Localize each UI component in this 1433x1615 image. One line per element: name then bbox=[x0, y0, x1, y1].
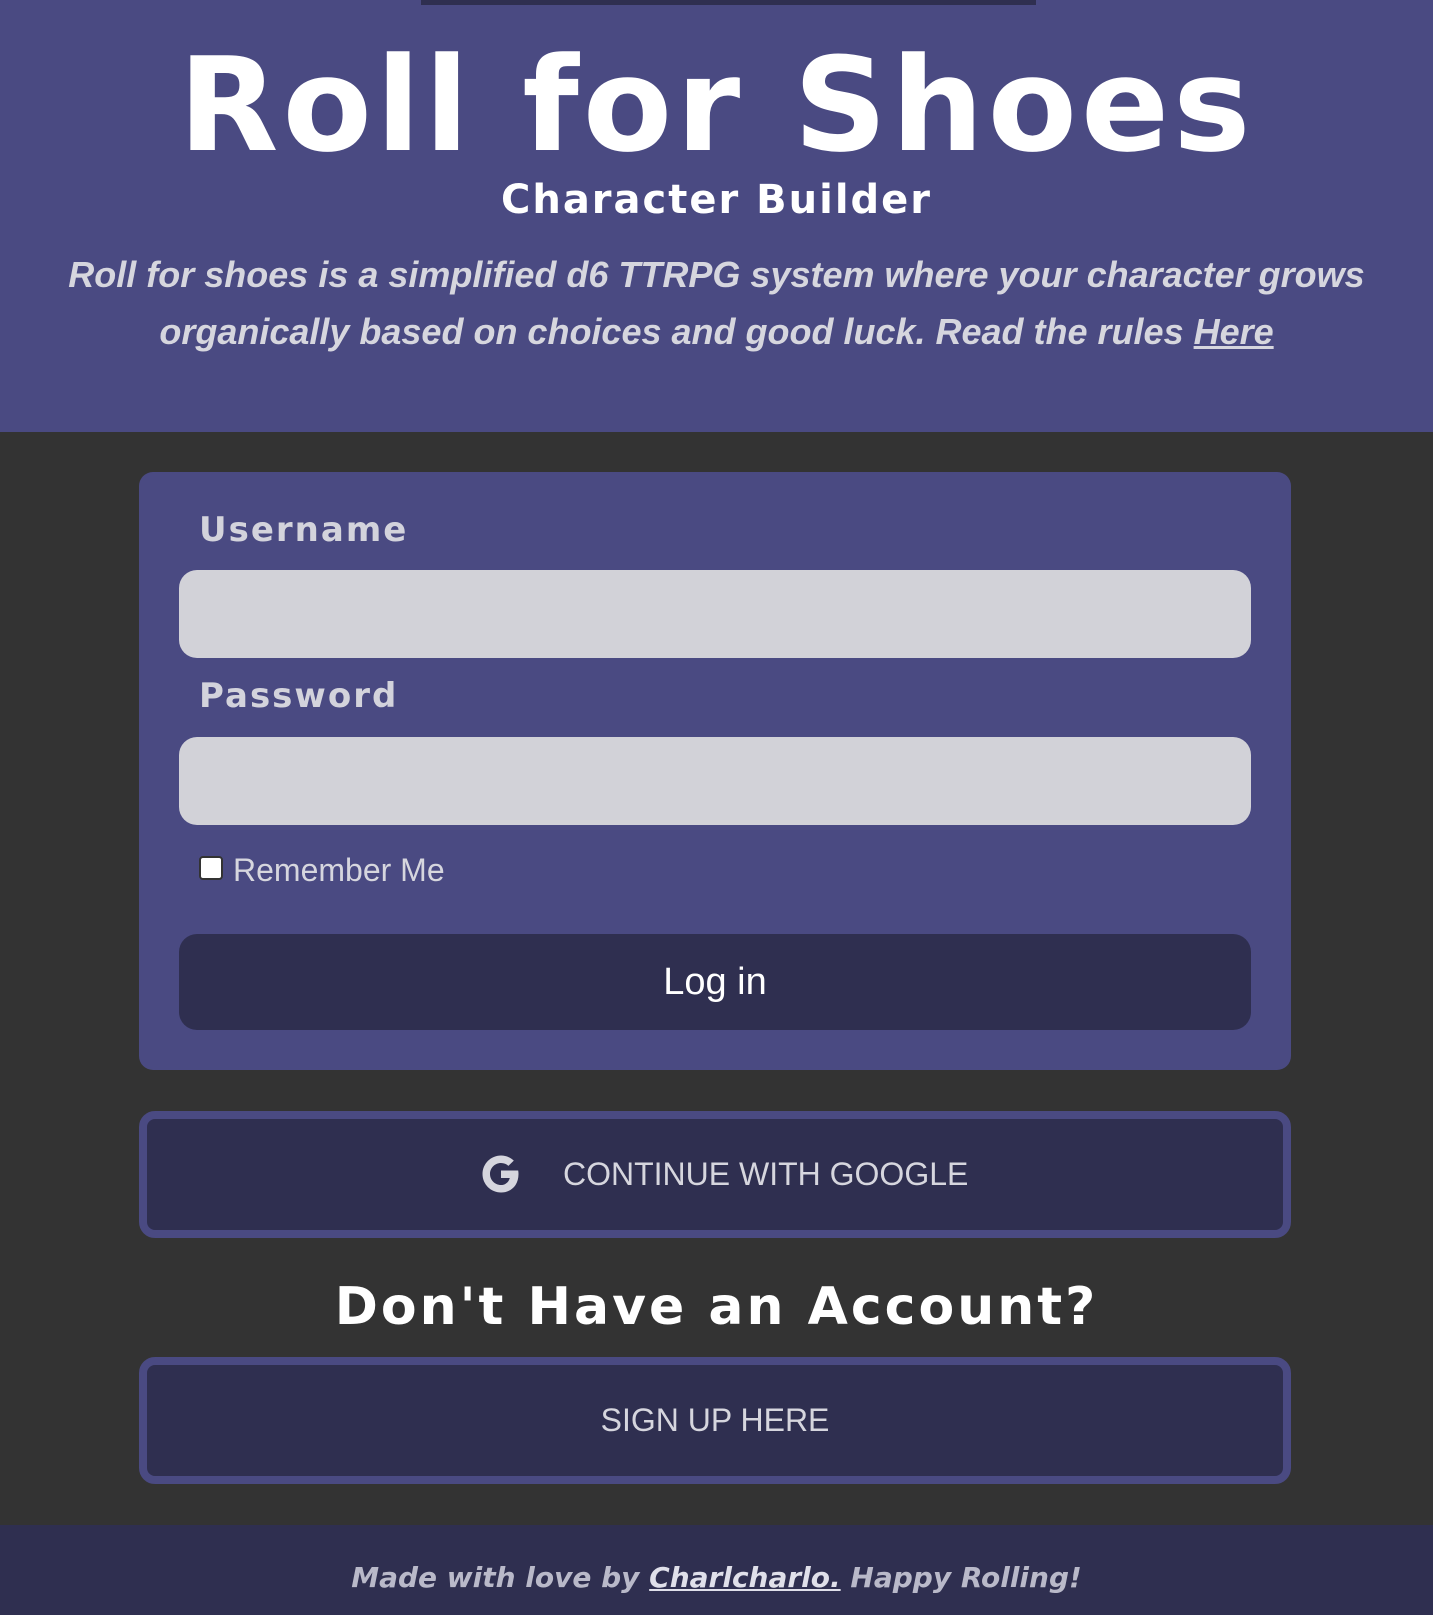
rules-link[interactable]: Here bbox=[1194, 311, 1274, 352]
footer-suffix: Happy Rolling! bbox=[840, 1561, 1082, 1594]
no-account-heading: Don't Have an Account? bbox=[334, 1277, 1099, 1337]
username-input[interactable] bbox=[179, 570, 1251, 658]
footer-prefix: Made with love by bbox=[351, 1561, 650, 1594]
password-label: Password bbox=[199, 676, 399, 716]
intro-text: Roll for shoes is a simplified d6 TTRPG … bbox=[30, 246, 1403, 360]
username-label: Username bbox=[199, 510, 409, 550]
sign-up-button[interactable]: SIGN UP HERE bbox=[139, 1357, 1291, 1484]
remember-me-label[interactable]: Remember Me bbox=[233, 850, 445, 890]
footer-text: Made with love by Charlcharlo. Happy Rol… bbox=[0, 1558, 1433, 1598]
app-title: Roll for Shoes bbox=[178, 29, 1255, 181]
app-subtitle: Character Builder bbox=[500, 177, 933, 223]
google-button-label[interactable]: CONTINUE WITH GOOGLE bbox=[563, 1154, 968, 1194]
intro-description: Roll for shoes is a simplified d6 TTRPG … bbox=[68, 254, 1365, 352]
login-button[interactable]: Log in bbox=[179, 934, 1251, 1030]
password-input[interactable] bbox=[179, 737, 1251, 825]
remember-me-checkbox[interactable] bbox=[199, 856, 223, 880]
author-link[interactable]: Charlcharlo. bbox=[649, 1561, 841, 1594]
header-tab-bar bbox=[421, 0, 1036, 5]
google-g-icon[interactable] bbox=[477, 1150, 525, 1198]
